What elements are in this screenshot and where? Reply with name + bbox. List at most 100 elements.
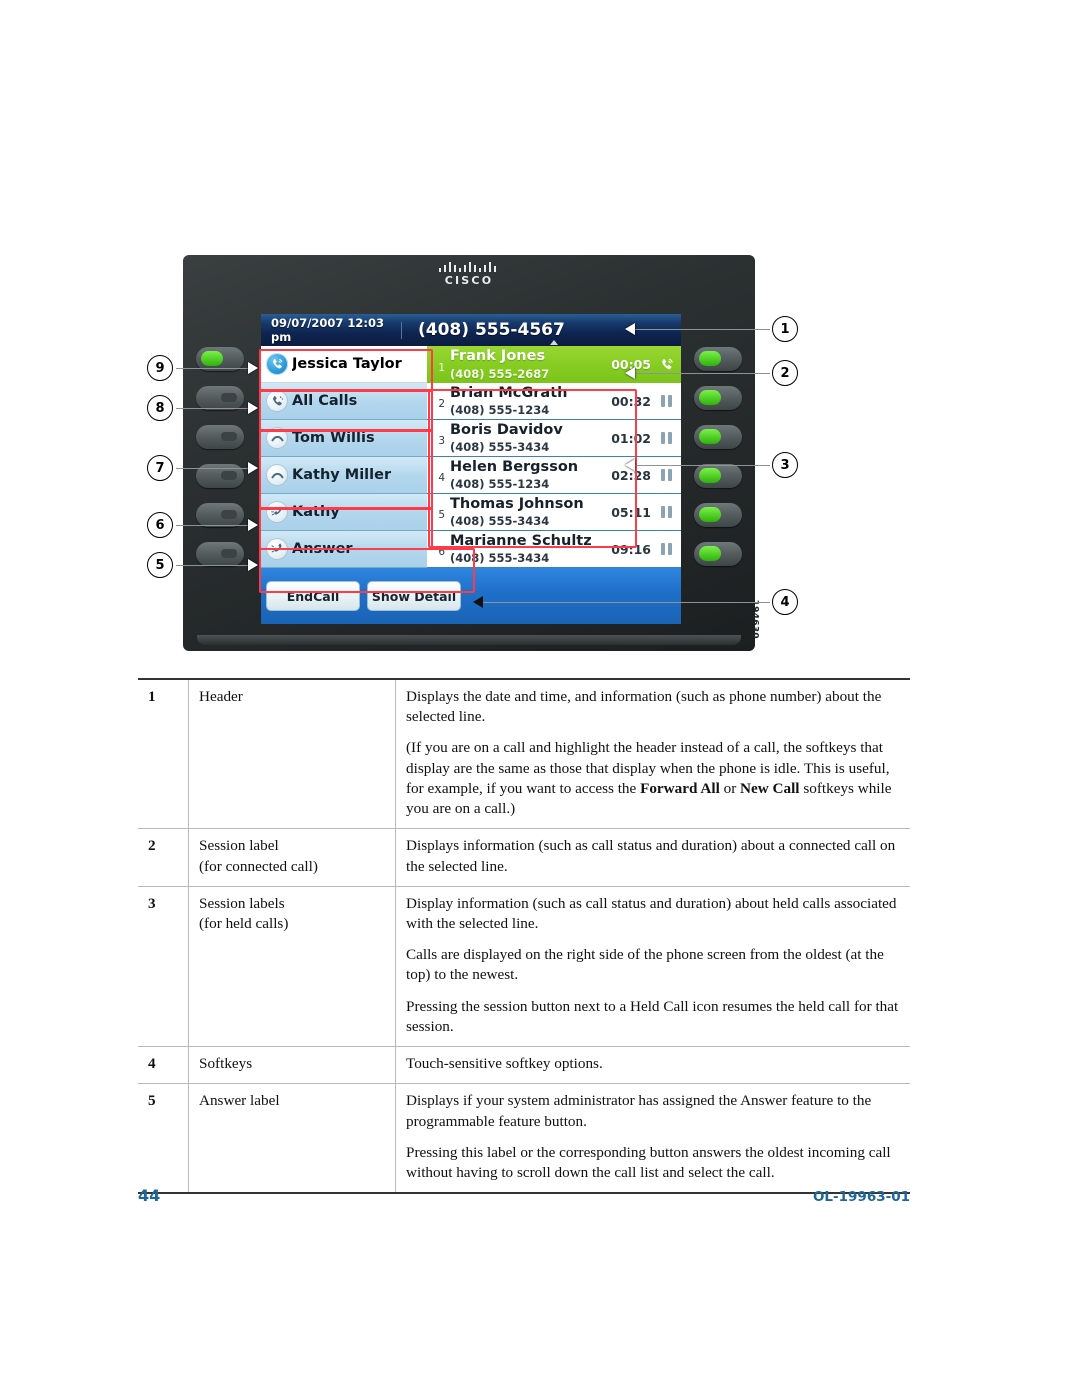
softkey-bar: EndCall Show Detail bbox=[261, 568, 681, 624]
line-label-tom-willis[interactable]: Tom Willis bbox=[261, 420, 427, 457]
call-index: 6 bbox=[438, 546, 445, 558]
session-button-4[interactable] bbox=[694, 464, 742, 488]
call-identity: Brian McGrath (408) 555-1234 bbox=[450, 384, 611, 418]
leader-line-6 bbox=[176, 525, 254, 527]
call-duration: 09:16 bbox=[611, 541, 651, 557]
cisco-logo: CISCO bbox=[183, 261, 755, 286]
call-row[interactable]: 3 Boris Davidov (408) 555-3434 01:02 bbox=[427, 420, 681, 457]
line-label-jessica-taylor[interactable]: Jessica Taylor bbox=[261, 346, 427, 383]
session-button-2[interactable] bbox=[694, 386, 742, 410]
call-name: Brian McGrath bbox=[450, 384, 568, 401]
callout-arrow-4 bbox=[473, 596, 483, 608]
line-label-text: Tom Willis bbox=[292, 430, 375, 446]
figure-id-number: 194630 bbox=[749, 599, 759, 639]
lcd-header-bar[interactable]: 09/07/2007 12:03 pm (408) 555-4567 bbox=[261, 314, 681, 346]
hold-pause-icon bbox=[658, 469, 675, 481]
call-row[interactable]: 1 Frank Jones (408) 555-2687 00:05 bbox=[427, 340, 681, 389]
call-identity: Marianne Schultz (408) 555-3434 bbox=[450, 532, 611, 566]
phone-chassis: CISCO 09/07/2007 12:03 pm (408) 555-4567 bbox=[183, 255, 759, 651]
session-button-1[interactable] bbox=[694, 347, 742, 371]
call-index: 4 bbox=[438, 472, 445, 484]
paragraph-mid: or bbox=[719, 779, 741, 797]
led-green-icon bbox=[699, 507, 721, 522]
row-number: 2 bbox=[138, 828, 189, 887]
line-label-text: Kathy bbox=[292, 504, 340, 520]
description-paragraph: Displays information (such as call statu… bbox=[406, 837, 896, 875]
softkey-endcall[interactable]: EndCall bbox=[266, 581, 360, 611]
button-notch-icon bbox=[221, 471, 237, 480]
table-row: 1 Header Displays the date and time, and… bbox=[138, 679, 910, 829]
on-hook-arc-icon bbox=[266, 427, 288, 449]
call-index: 3 bbox=[438, 435, 445, 447]
softkey-show-detail[interactable]: Show Detail bbox=[367, 581, 461, 611]
row-number: 5 bbox=[138, 1083, 189, 1194]
hold-pause-icon bbox=[658, 432, 675, 444]
call-number: (408) 555-3434 bbox=[450, 514, 550, 529]
callout-5: 5 bbox=[147, 552, 173, 578]
hold-pause-icon bbox=[658, 506, 675, 518]
feature-button-6[interactable] bbox=[196, 542, 244, 566]
call-number: (408) 555-1234 bbox=[450, 477, 550, 492]
on-hook-arc-icon bbox=[266, 464, 288, 486]
button-notch-icon bbox=[221, 549, 237, 558]
bold-forward-all: Forward All bbox=[640, 779, 720, 797]
line-label-kathy[interactable]: Kathy bbox=[261, 494, 427, 531]
leader-line-2 bbox=[635, 373, 770, 375]
call-index: 5 bbox=[438, 509, 445, 521]
line-label-answer[interactable]: Answer bbox=[261, 531, 427, 568]
call-index: 2 bbox=[438, 398, 445, 410]
call-identity: Thomas Johnson (408) 555-3434 bbox=[450, 495, 611, 529]
callout-1: 1 bbox=[772, 316, 798, 342]
all-calls-handset-icon bbox=[266, 390, 288, 412]
session-button-5[interactable] bbox=[694, 503, 742, 527]
row-term-line2: (for held calls) bbox=[199, 914, 289, 932]
hold-pause-icon bbox=[658, 543, 675, 555]
feature-button-5[interactable] bbox=[196, 503, 244, 527]
led-green-icon bbox=[699, 468, 721, 483]
page-footer: 44 OL-19963-01 bbox=[138, 1186, 910, 1205]
leader-line-9 bbox=[176, 368, 254, 370]
leader-line-8 bbox=[176, 408, 254, 410]
line-label-kathy-miller[interactable]: Kathy Miller bbox=[261, 457, 427, 494]
callout-3: 3 bbox=[772, 452, 798, 478]
callout-arrow-6 bbox=[248, 519, 258, 531]
callout-arrow-2 bbox=[625, 367, 635, 379]
led-green-icon bbox=[699, 429, 721, 444]
call-number: (408) 555-2687 bbox=[450, 366, 550, 381]
call-row[interactable]: 6 Marianne Schultz (408) 555-3434 09:16 bbox=[427, 531, 681, 568]
feature-button-2[interactable] bbox=[196, 386, 244, 410]
lcd-main-area: Jessica Taylor All Calls Tom Willis Kath… bbox=[261, 340, 681, 568]
call-row[interactable]: 4 Helen Bergsson (408) 555-1234 02:28 bbox=[427, 457, 681, 494]
line-label-text: Kathy Miller bbox=[292, 467, 392, 483]
phone-lcd-screen: 09/07/2007 12:03 pm (408) 555-4567 Jessi… bbox=[261, 314, 681, 624]
table-row: 3 Session labels (for held calls) Displa… bbox=[138, 886, 910, 1047]
header-divider bbox=[401, 321, 402, 339]
feature-button-3[interactable] bbox=[196, 425, 244, 449]
line-label-all-calls[interactable]: All Calls bbox=[261, 383, 427, 420]
hold-pause-icon bbox=[658, 395, 675, 407]
call-identity: Frank Jones (408) 555-2687 bbox=[450, 347, 611, 381]
row-term: Answer label bbox=[188, 1083, 396, 1194]
row-term-line1: Session label bbox=[199, 837, 279, 855]
leader-line-3 bbox=[635, 465, 770, 467]
button-notch-icon bbox=[221, 510, 237, 519]
scroll-up-arrow-icon[interactable] bbox=[550, 340, 558, 345]
callout-arrow-8 bbox=[248, 402, 258, 414]
description-paragraph: (If you are on a call and highlight the … bbox=[406, 738, 900, 819]
call-duration: 05:11 bbox=[611, 504, 651, 520]
leader-line-5 bbox=[176, 565, 254, 567]
call-name: Marianne Schultz bbox=[450, 532, 592, 549]
session-button-6[interactable] bbox=[694, 542, 742, 566]
call-identity: Boris Davidov (408) 555-3434 bbox=[450, 421, 611, 455]
line-label-text: Answer bbox=[292, 541, 353, 557]
call-row[interactable]: 2 Brian McGrath (408) 555-1234 00:32 bbox=[427, 383, 681, 420]
call-duration: 01:02 bbox=[611, 430, 651, 446]
callout-arrow-3 bbox=[625, 459, 635, 471]
call-row[interactable]: 5 Thomas Johnson (408) 555-3434 05:11 bbox=[427, 494, 681, 531]
leader-line-7 bbox=[176, 468, 254, 470]
session-button-3[interactable] bbox=[694, 425, 742, 449]
row-term-line1: Session labels bbox=[199, 894, 285, 912]
call-name: Boris Davidov bbox=[450, 421, 563, 438]
call-index: 1 bbox=[438, 362, 445, 374]
call-identity: Helen Bergsson (408) 555-1234 bbox=[450, 458, 611, 492]
